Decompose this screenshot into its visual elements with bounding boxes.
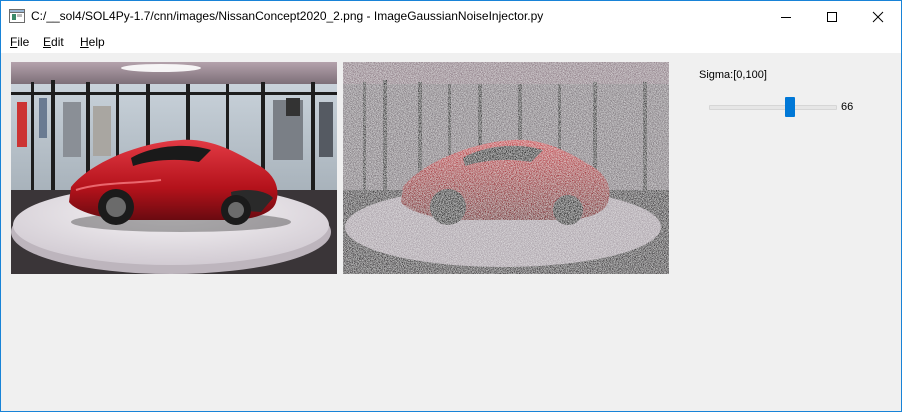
app-icon (9, 9, 25, 23)
menu-help[interactable]: Help (80, 35, 105, 49)
sigma-slider-thumb[interactable] (785, 97, 795, 117)
original-image (11, 62, 337, 274)
sigma-slider-track[interactable] (709, 105, 837, 110)
noisy-image (343, 62, 669, 274)
sigma-value: 66 (841, 101, 854, 113)
app-window: C:/__sol4/SOL4Py-1.7/cnn/images/NissanCo… (0, 0, 902, 412)
menu-edit-mnemonic: E (43, 35, 52, 49)
maximize-button[interactable] (809, 1, 855, 32)
title-bar[interactable]: C:/__sol4/SOL4Py-1.7/cnn/images/NissanCo… (1, 1, 901, 32)
menu-help-mnemonic: H (80, 35, 89, 49)
minimize-button[interactable] (763, 1, 809, 32)
menu-help-label: elp (88, 35, 105, 49)
close-button[interactable] (855, 1, 901, 32)
menu-edit[interactable]: Edit (43, 35, 64, 49)
window-title: C:/__sol4/SOL4Py-1.7/cnn/images/NissanCo… (31, 9, 544, 23)
menu-file[interactable]: File (10, 35, 29, 49)
minimize-icon (781, 17, 791, 18)
maximize-icon (827, 12, 837, 22)
menu-bar: File Edit Help (1, 32, 901, 53)
menu-edit-label: dit (51, 35, 64, 49)
close-icon (872, 11, 884, 23)
menu-file-label: ile (17, 35, 30, 49)
sigma-label: Sigma:[0,100] (699, 69, 767, 81)
